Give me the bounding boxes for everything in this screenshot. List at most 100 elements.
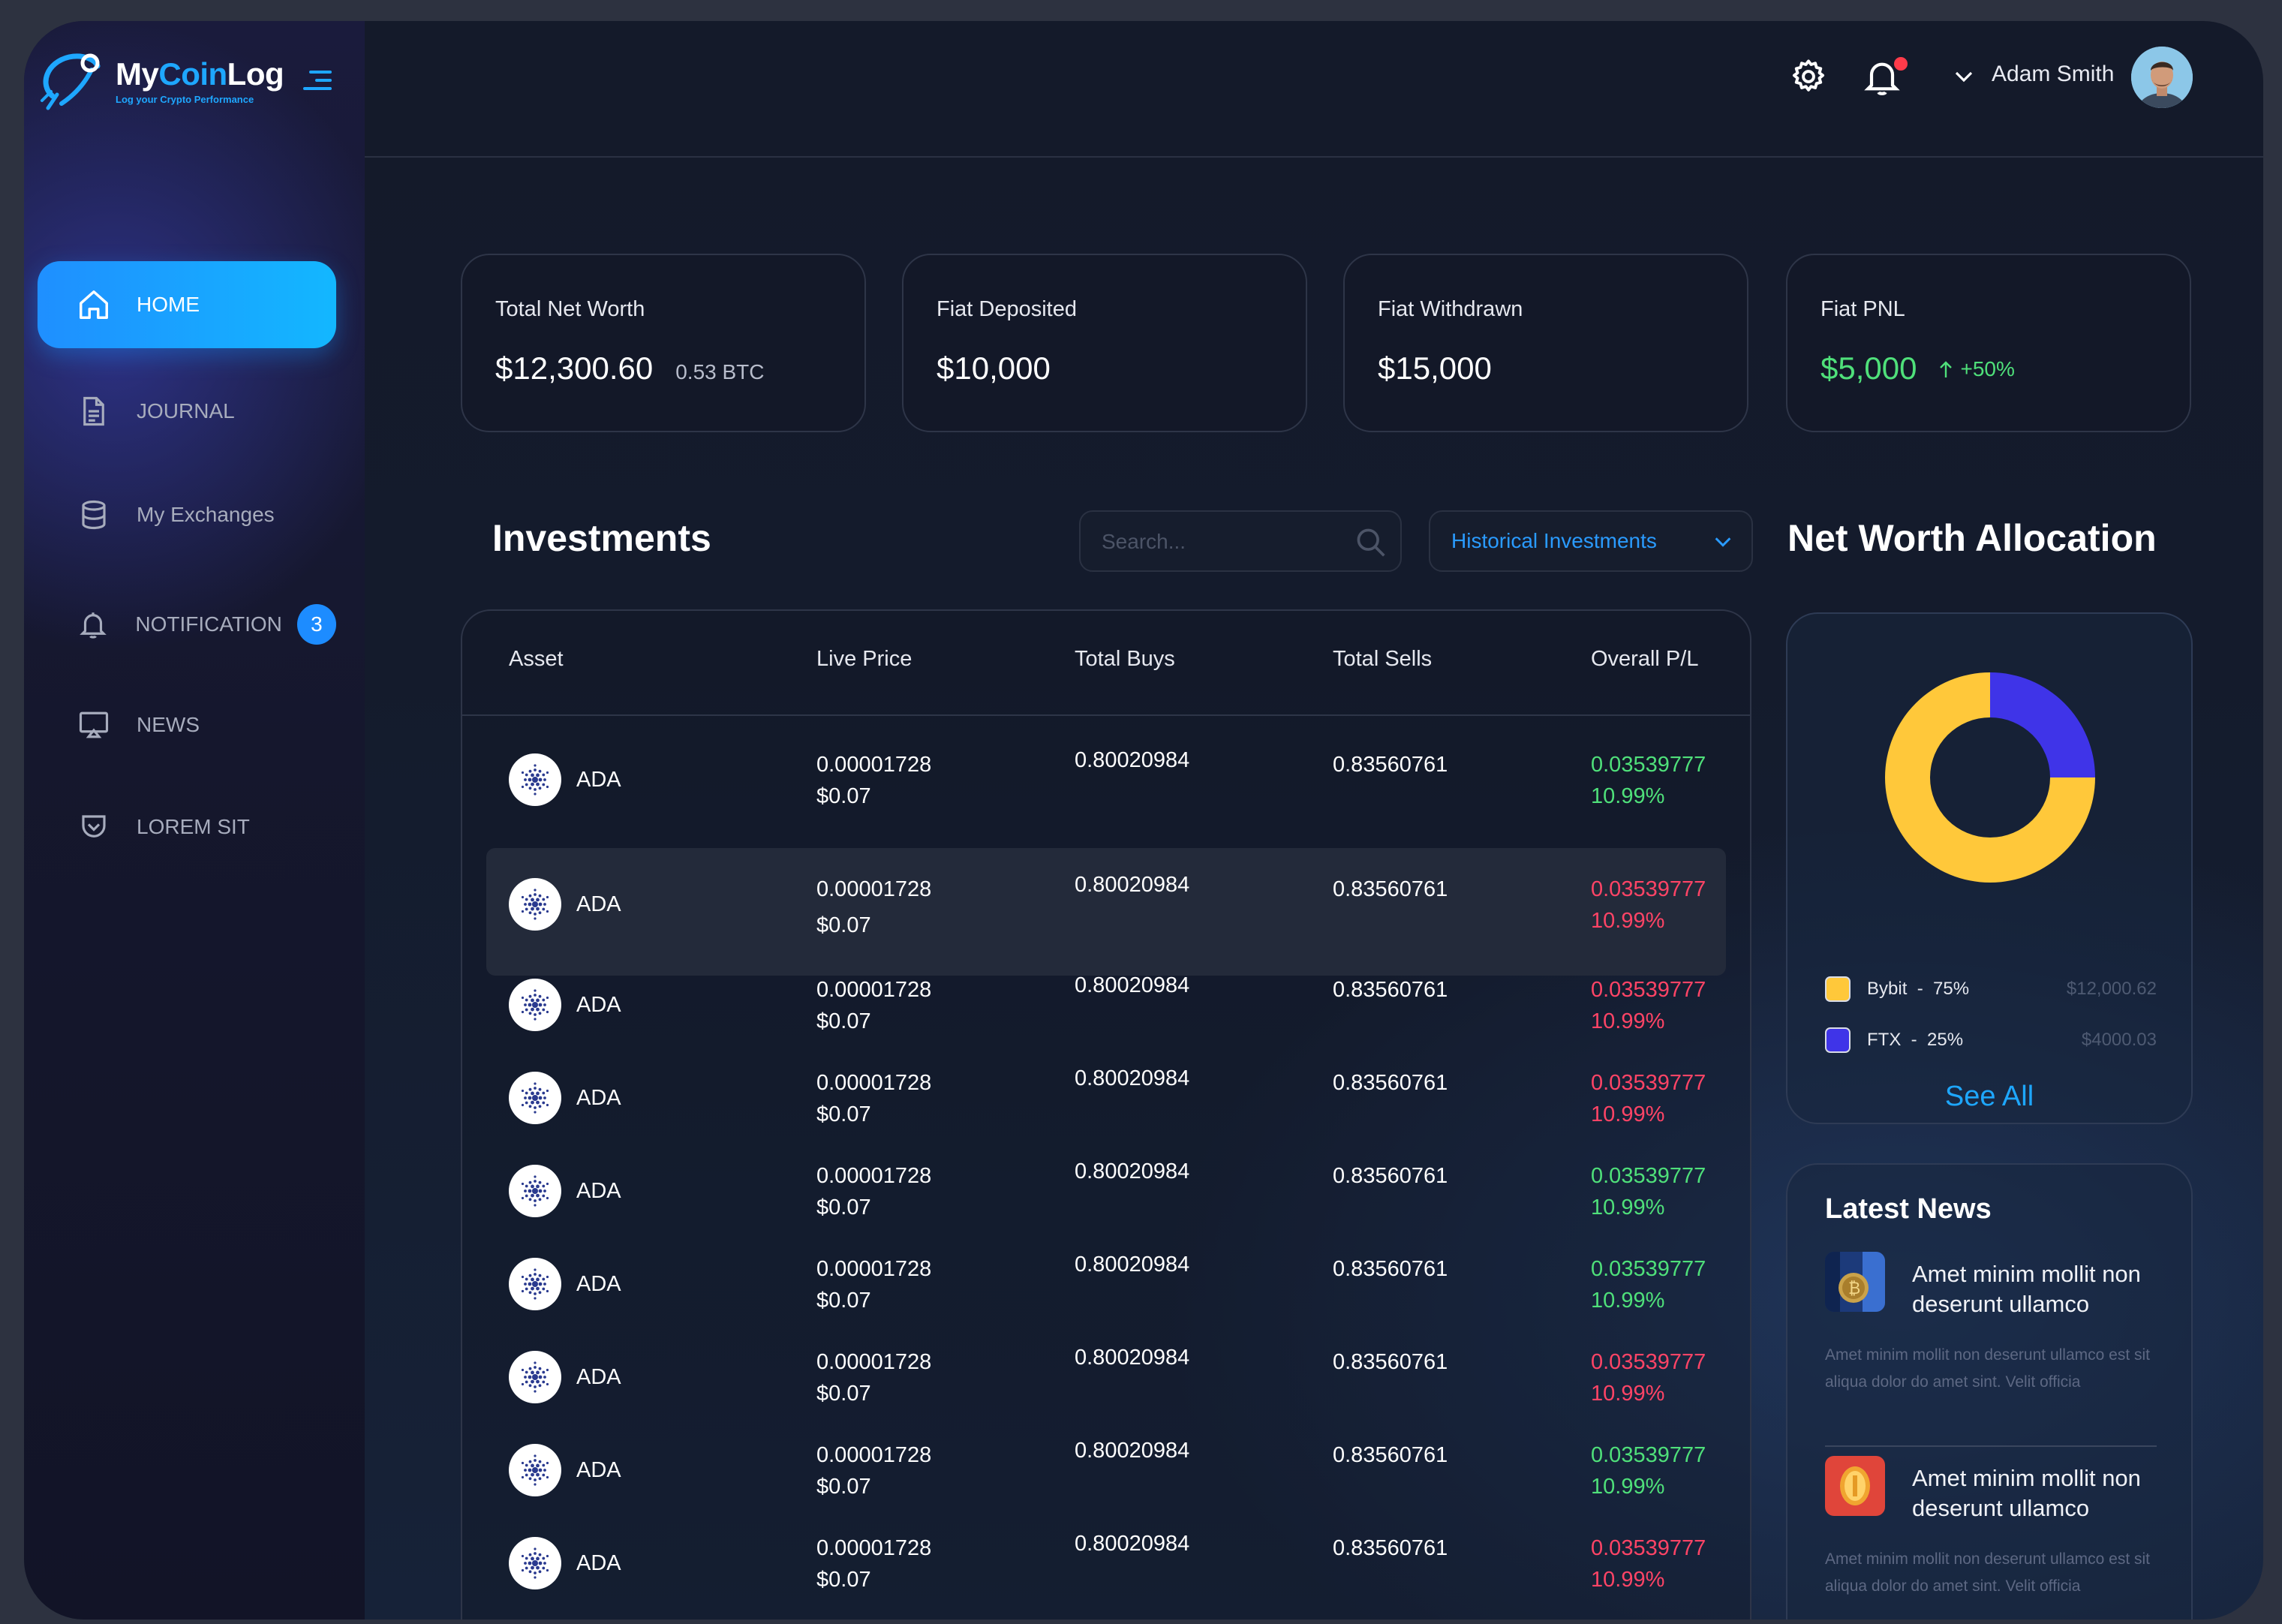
historical-investments-dropdown[interactable]: Historical Investments	[1429, 510, 1753, 572]
chevron-down-icon[interactable]	[1953, 68, 1975, 86]
legend-amount: $4000.03	[2081, 1030, 2157, 1050]
live-price-usd: $0.07	[816, 1382, 871, 1406]
asset-name: ADA	[576, 892, 621, 916]
total-sells: 0.83560761	[1333, 1443, 1448, 1467]
arrow-up-icon	[1940, 361, 1953, 377]
pocket-icon	[77, 810, 111, 844]
live-price-usd: $0.07	[816, 1568, 871, 1592]
overall-pl-percent: 10.99%	[1591, 1009, 1665, 1033]
search-box[interactable]	[1079, 510, 1402, 572]
sidebar-item-news[interactable]: NEWS	[38, 681, 336, 768]
overall-pl-percent: 10.99%	[1591, 1289, 1665, 1313]
overall-pl-percent: 10.99%	[1591, 909, 1665, 933]
legend-item-bybit: Bybit - 75% $12,000.62	[1825, 974, 2157, 1004]
document-icon	[77, 394, 111, 429]
sidebar-item-exchanges[interactable]: My Exchanges	[38, 471, 336, 558]
total-sells: 0.83560761	[1333, 1536, 1448, 1560]
table-row[interactable]: ADA 0.00001728 $0.07 0.80020984 0.83560761 0.…	[486, 1057, 1726, 1150]
column-header-overall-pl[interactable]: Overall P/L	[1591, 647, 1698, 672]
dropdown-label: Historical Investments	[1451, 529, 1657, 552]
overall-pl-percent: 10.99%	[1591, 1568, 1665, 1592]
app-window: MyCoinLog Log your Crypto Performance HO…	[24, 21, 2263, 1619]
column-header-live-price[interactable]: Live Price	[816, 647, 912, 672]
legend-item-ftx: FTX - 25% $4000.03	[1825, 1025, 2157, 1055]
stat-label: Fiat Deposited	[937, 297, 1077, 321]
asset-name: ADA	[576, 1458, 621, 1482]
asset-name: ADA	[576, 1086, 621, 1110]
news-title: Latest News	[1825, 1193, 1992, 1225]
total-sells: 0.83560761	[1333, 753, 1448, 777]
total-buys: 0.80020984	[1075, 1439, 1190, 1463]
cardano-coin-icon	[509, 878, 561, 931]
search-icon[interactable]	[1354, 525, 1387, 558]
overall-pl: 0.03539777	[1591, 978, 1706, 1002]
stat-label: Fiat PNL	[1820, 297, 1905, 321]
home-icon	[77, 287, 111, 322]
news-divider	[1825, 1445, 2157, 1447]
cardano-coin-icon	[509, 1444, 561, 1496]
news-excerpt: Amet minim mollit non deserunt ullamco e…	[1825, 1550, 2150, 1595]
live-price-usd: $0.07	[816, 1195, 871, 1220]
column-header-total-sells[interactable]: Total Sells	[1333, 647, 1432, 672]
sidebar-item-notification[interactable]: NOTIFICATION 3	[38, 581, 336, 668]
cardano-coin-icon	[509, 1165, 561, 1217]
cardano-coin-icon	[509, 1258, 561, 1310]
legend-swatch	[1825, 976, 1851, 1002]
see-all-link[interactable]: See All	[1787, 1081, 2191, 1113]
live-price: 0.00001728	[816, 1350, 932, 1374]
column-header-asset[interactable]: Asset	[509, 647, 564, 672]
asset-name: ADA	[576, 768, 621, 792]
search-input[interactable]	[1100, 512, 1358, 572]
user-name[interactable]: Adam Smith	[1992, 62, 2114, 87]
table-row[interactable]: ADA 0.00001728 $0.07 0.80020984 0.83560761 0.…	[486, 1150, 1726, 1243]
sidebar-item-journal[interactable]: JOURNAL	[38, 368, 336, 455]
table-row[interactable]: ADA 0.00001728 $0.07 0.80020984 0.83560761 0.…	[486, 1522, 1726, 1615]
live-price: 0.00001728	[816, 1164, 932, 1188]
legend-label: FTX - 25%	[1867, 1030, 1964, 1050]
sidebar-item-home[interactable]: HOME	[38, 261, 336, 348]
overall-pl: 0.03539777	[1591, 1536, 1706, 1560]
latest-news-card: Latest News ₿ Amet minim mollit non dese…	[1786, 1163, 2193, 1619]
coin-image	[1825, 1456, 1885, 1516]
avatar[interactable]	[2131, 47, 2193, 108]
sidebar: MyCoinLog Log your Crypto Performance HO…	[24, 21, 365, 1619]
sidebar-item-label: LOREM SIT	[137, 815, 250, 838]
overall-pl-percent: 10.99%	[1591, 1195, 1665, 1220]
total-buys: 0.80020984	[1075, 873, 1190, 897]
total-buys: 0.80020984	[1075, 1253, 1190, 1277]
live-price-usd: $0.07	[816, 1009, 871, 1033]
overall-pl-percent: 10.99%	[1591, 1102, 1665, 1126]
allocation-donut-chart	[1885, 672, 2095, 883]
allocation-title: Net Worth Allocation	[1787, 517, 2157, 559]
live-price-usd: $0.07	[816, 1289, 871, 1313]
live-price-usd: $0.07	[816, 1475, 871, 1499]
total-sells: 0.83560761	[1333, 1257, 1448, 1281]
table-row[interactable]: ADA 0.00001728 $0.07 0.80020984 0.83560761 0.…	[486, 848, 1726, 976]
table-row[interactable]: ADA 0.00001728 $0.07 0.80020984 0.83560761 0.…	[486, 964, 1726, 1057]
total-buys: 0.80020984	[1075, 1346, 1190, 1370]
table-row[interactable]: ADA 0.00001728 $0.07 0.80020984 0.83560761 0.…	[486, 1336, 1726, 1429]
column-header-total-buys[interactable]: Total Buys	[1075, 647, 1175, 672]
asset-name: ADA	[576, 1551, 621, 1575]
table-row[interactable]: ADA 0.00001728 $0.07 0.80020984 0.83560761 0.…	[486, 1243, 1726, 1336]
cardano-coin-icon	[509, 1072, 561, 1124]
logo[interactable]: MyCoinLog Log your Crypto Performance	[32, 44, 284, 119]
table-row[interactable]: ADA 0.00001728 $0.07 0.80020984 0.83560761 0.…	[486, 738, 1726, 832]
monitor-icon	[77, 708, 111, 742]
total-buys: 0.80020984	[1075, 1066, 1190, 1090]
stat-label: Fiat Withdrawn	[1378, 297, 1523, 321]
news-headline[interactable]: Amet minim mollit non deserunt ullamco	[1912, 1463, 2160, 1523]
rocket-logo-icon	[41, 53, 101, 110]
settings-icon[interactable]	[1789, 57, 1828, 96]
notification-dot	[1894, 57, 1908, 71]
table-row[interactable]: ADA 0.00001728 $0.07 0.80020984 0.83560761 0.…	[486, 1429, 1726, 1522]
news-excerpt: Amet minim mollit non deserunt ullamco e…	[1825, 1346, 2150, 1391]
cardano-coin-icon	[509, 1537, 561, 1589]
chevron-down-icon	[1715, 537, 1731, 547]
cardano-coin-icon	[509, 979, 561, 1031]
sidebar-item-lorem-sit[interactable]: LOREM SIT	[38, 783, 336, 871]
news-headline[interactable]: Amet minim mollit non deserunt ullamco	[1912, 1259, 2160, 1319]
total-sells: 0.83560761	[1333, 1164, 1448, 1188]
menu-toggle-icon[interactable]	[303, 71, 332, 95]
live-price: 0.00001728	[816, 753, 932, 777]
